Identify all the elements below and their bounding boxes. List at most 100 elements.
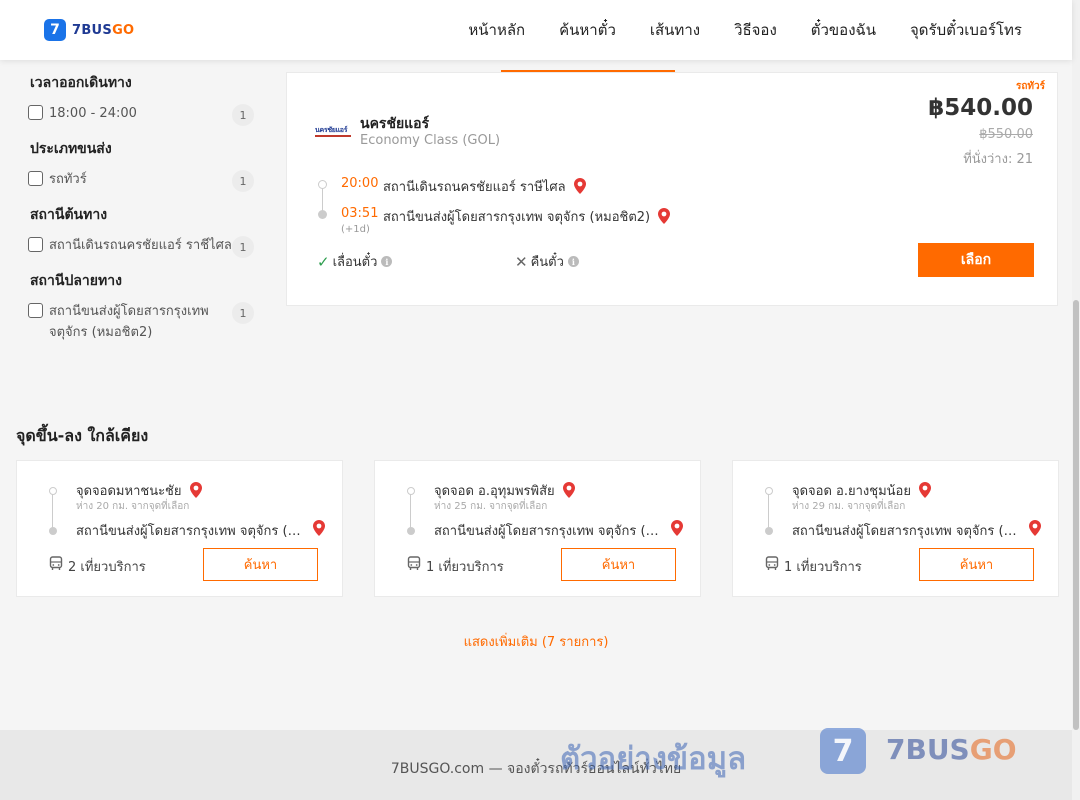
filter-checkbox[interactable] xyxy=(28,303,43,318)
filter-option[interactable]: 18:00 - 24:00 1 xyxy=(28,103,254,126)
timeline-end-dot xyxy=(49,527,57,535)
timeline-start-dot xyxy=(765,487,773,495)
map-pin-icon[interactable] xyxy=(919,482,932,502)
timeline-line xyxy=(52,494,53,529)
bus-icon xyxy=(407,556,421,575)
nav-routes[interactable]: เส้นทาง xyxy=(650,18,700,42)
filter-title: สถานีปลายทาง xyxy=(30,273,122,289)
nav-how-to-book[interactable]: วิธีจอง xyxy=(734,18,777,42)
ticket-price: ฿540.00 xyxy=(928,95,1033,121)
arrival-time: 03:51 xyxy=(341,206,379,221)
nearby-from-name: จุดจอด อ.อุทุมพรพิสัย xyxy=(434,484,555,499)
watermark-logo: 7 xyxy=(820,728,866,774)
departure-time: 20:00 xyxy=(341,176,379,191)
info-icon[interactable]: i xyxy=(567,256,579,267)
scrollbar-thumb[interactable] xyxy=(1073,300,1079,730)
map-pin-icon[interactable] xyxy=(313,520,325,540)
filter-title: ประเภทขนส่ง xyxy=(30,141,112,157)
nearby-stops-title: จุดขึ้น-ลง ใกล้เคียง xyxy=(16,426,149,445)
map-pin-icon[interactable] xyxy=(671,520,683,540)
nearby-trip-count: 1 เที่ยวบริการ xyxy=(426,560,504,575)
nav-my-tickets[interactable]: ตั๋วของฉัน xyxy=(811,18,876,42)
site-logo[interactable]: 7 7BUSGO xyxy=(44,19,134,41)
bus-icon xyxy=(765,556,779,575)
page-scrollbar[interactable] xyxy=(1072,0,1080,800)
map-pin-icon[interactable] xyxy=(573,178,586,198)
nav-search-tickets[interactable]: ค้นหาตั๋ว xyxy=(559,18,616,42)
timeline-end-dot xyxy=(407,527,415,535)
filter-panel: เวลาออกเดินทาง 18:00 - 24:00 1 ประเภทขนส… xyxy=(28,66,254,355)
map-pin-icon[interactable] xyxy=(1029,520,1041,540)
watermark-brand: 7BUSGO xyxy=(886,733,1017,766)
nearby-stop-card: จุดจอด อ.อุทุมพรพิสัย ห่าง 25 กม. จากจุด… xyxy=(374,460,701,597)
nav-ticket-pickup-phone[interactable]: จุดรับตั๋วเบอร์โทร xyxy=(910,18,1022,42)
reschedule-label: เลื่อนตั๋ว xyxy=(332,255,378,270)
departure-station-name: สถานีเดินรถนครชัยแอร์ ราษีไศล xyxy=(383,180,566,195)
map-pin-icon[interactable] xyxy=(658,208,671,228)
filter-checkbox[interactable] xyxy=(28,105,43,120)
filter-option-label: รถทัวร์ xyxy=(49,172,87,187)
x-icon: ✕ xyxy=(515,252,528,271)
nearby-trip-count: 1 เที่ยวบริการ xyxy=(784,560,862,575)
filter-option[interactable]: รถทัวร์ 1 xyxy=(28,169,254,192)
map-pin-icon[interactable] xyxy=(189,482,202,502)
next-day-indicator: (+1d) xyxy=(341,224,370,235)
seat-class: Economy Class (GOL) xyxy=(360,133,501,148)
nav-home[interactable]: หน้าหลัก xyxy=(468,18,525,42)
timeline-end-dot xyxy=(765,527,773,535)
filter-option-label: 18:00 - 24:00 xyxy=(49,106,137,121)
logo-mark: 7 xyxy=(44,19,66,41)
nearby-search-button[interactable]: ค้นหา xyxy=(203,548,318,581)
filter-destination: สถานีปลายทาง สถานีขนส่งผู้โดยสารกรุงเทพ … xyxy=(28,270,254,343)
timeline-start-dot xyxy=(407,487,415,495)
original-price: ฿550.00 xyxy=(979,127,1033,142)
nearby-to-stop: สถานีขนส่งผู้โดยสารกรุงเทพ จตุจักร (หมอช… xyxy=(434,524,662,539)
filter-origin: สถานีต้นทาง สถานีเดินรถนครชัยแอร์ ราชีไศ… xyxy=(28,204,254,258)
nearby-stop-card: จุดจอดมหาชนะชัย ห่าง 20 กม. จากจุดที่เลื… xyxy=(16,460,343,597)
departure-station[interactable]: สถานีเดินรถนครชัยแอร์ ราษีไศล xyxy=(383,176,586,198)
watermark-text: ตัวอย่างข้อมูล xyxy=(560,741,747,777)
filter-option-label: สถานีขนส่งผู้โดยสารกรุงเทพ จตุจักร (หมอช… xyxy=(49,304,209,340)
select-trip-button[interactable]: เลือก xyxy=(918,243,1034,277)
refund-label: คืนตั๋ว xyxy=(530,255,564,270)
nearby-search-button[interactable]: ค้นหา xyxy=(561,548,676,581)
timeline-start-dot xyxy=(49,487,57,495)
operator-logo: นครชัยแอร์ xyxy=(315,125,351,137)
filter-count-badge: 1 xyxy=(232,104,254,126)
filter-title: เวลาออกเดินทาง xyxy=(30,75,132,91)
info-icon[interactable]: i xyxy=(381,256,393,267)
arrival-station-name: สถานีขนส่งผู้โดยสารกรุงเทพ จตุจักร (หมอช… xyxy=(383,210,651,225)
filter-departure-time: เวลาออกเดินทาง 18:00 - 24:00 1 xyxy=(28,72,254,126)
bus-icon xyxy=(49,556,63,575)
filter-checkbox[interactable] xyxy=(28,237,43,252)
arrival-station[interactable]: สถานีขนส่งผู้โดยสารกรุงเทพ จตุจักร (หมอช… xyxy=(383,206,671,228)
operator-name: นครชัยแอร์ xyxy=(360,116,430,132)
filter-count-badge: 1 xyxy=(232,170,254,192)
check-icon: ✓ xyxy=(317,252,330,271)
filter-option[interactable]: สถานีขนส่งผู้โดยสารกรุงเทพ จตุจักร (หมอช… xyxy=(28,301,254,343)
reschedule-policy[interactable]: ✓ เลื่อนตั๋ว i xyxy=(317,251,393,272)
nearby-distance: ห่าง 29 กม. จากจุดที่เลือก xyxy=(792,501,906,512)
show-more-link[interactable]: แสดงเพิ่มเติม (7 รายการ) xyxy=(0,631,1072,652)
nearby-stop-card: จุดจอด อ.ยางชุมน้อย ห่าง 29 กม. จากจุดที… xyxy=(732,460,1059,597)
timeline-line xyxy=(768,494,769,529)
filter-count-badge: 1 xyxy=(232,236,254,258)
nearby-to-stop: สถานีขนส่งผู้โดยสารกรุงเทพ จตุจักร (หมอช… xyxy=(792,524,1020,539)
timeline-line xyxy=(410,494,411,529)
map-pin-icon[interactable] xyxy=(562,482,575,502)
nearby-trip-count: 2 เที่ยวบริการ xyxy=(68,560,146,575)
top-header: 7 7BUSGO หน้าหลัก ค้นหาตั๋ว เส้นทาง วิธี… xyxy=(0,0,1072,60)
seats-available: ที่นั่งว่าง: 21 xyxy=(963,152,1033,167)
logo-text: 7BUSGO xyxy=(72,22,135,38)
trip-result-card: นครชัยแอร์ นครชัยแอร์ Economy Class (GOL… xyxy=(286,72,1058,306)
filter-checkbox[interactable] xyxy=(28,171,43,186)
filter-count-badge: 1 xyxy=(232,302,254,324)
nearby-to-stop: สถานีขนส่งผู้โดยสารกรุงเทพ จตุจักร (หมอช… xyxy=(76,524,304,539)
timeline-end-dot xyxy=(318,210,327,219)
nearby-distance: ห่าง 25 กม. จากจุดที่เลือก xyxy=(434,501,548,512)
refund-policy[interactable]: ✕ คืนตั๋ว i xyxy=(515,251,579,272)
nearby-search-button[interactable]: ค้นหา xyxy=(919,548,1034,581)
filter-option[interactable]: สถานีเดินรถนครชัยแอร์ ราชีไศล 1 xyxy=(28,235,254,258)
nearby-distance: ห่าง 20 กม. จากจุดที่เลือก xyxy=(76,501,190,512)
nearby-from-name: จุดจอด อ.ยางชุมน้อย xyxy=(792,484,911,499)
